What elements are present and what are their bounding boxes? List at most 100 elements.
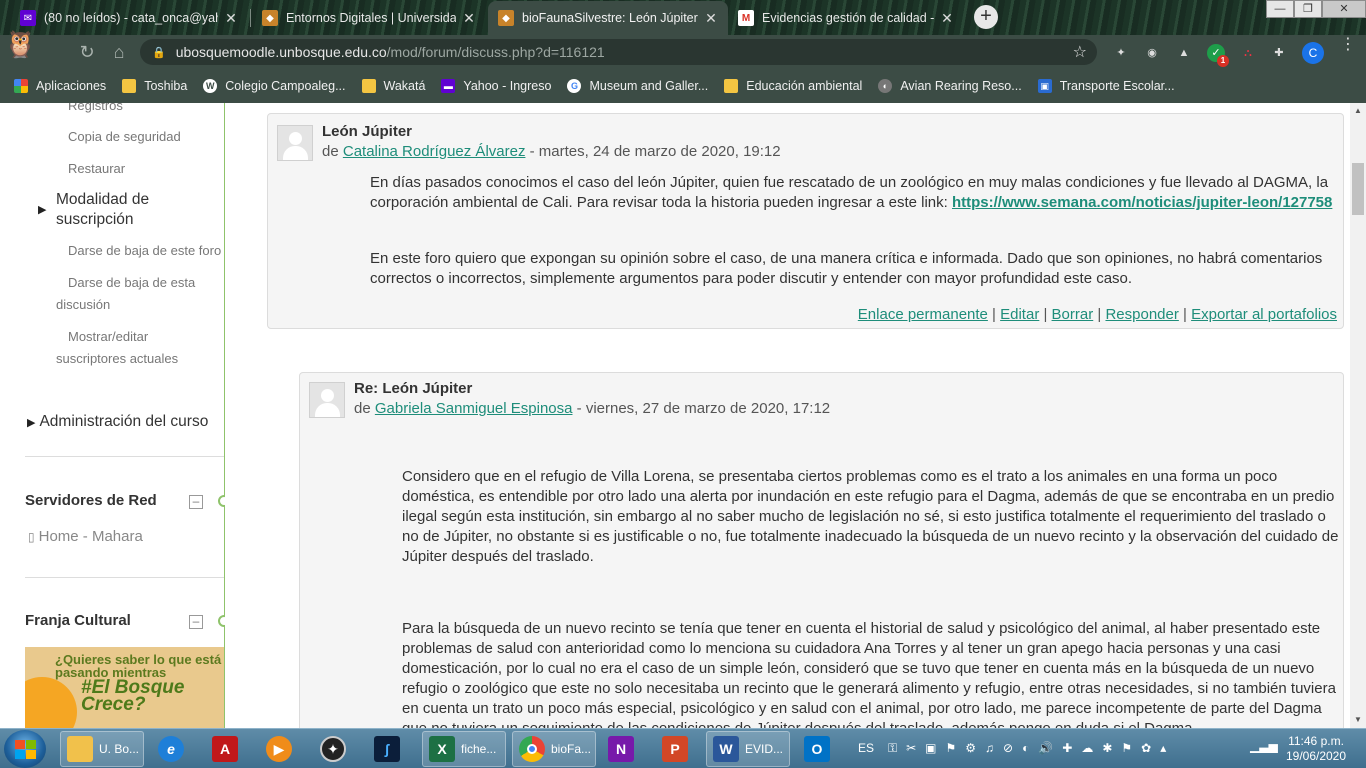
bookmark-star-icon[interactable]: ☆ [1073, 42, 1087, 62]
bookmark-colegio[interactable]: W Colegio Campoaleg... [203, 79, 346, 93]
post-byline: de Gabriela Sanmiguel Espinosa - viernes… [354, 400, 831, 417]
tab-gmail-evidencias[interactable]: M Evidencias gestión de calidad - r ✕ [728, 1, 964, 35]
taskbar-internet-explorer[interactable]: e [152, 731, 198, 767]
dropbox-extension-icon[interactable]: ✦ [1112, 44, 1130, 62]
media-player-icon: ▶ [266, 736, 292, 762]
home-icon[interactable]: ⌂ [108, 42, 130, 64]
semana-article-link[interactable]: https://www.semana.com/noticias/jupiter-… [952, 194, 1332, 211]
tab-entornos-digitales[interactable]: ◆ Entornos Digitales | Universidad ✕ [252, 1, 486, 35]
browser-menu-icon[interactable]: ⋮ [1340, 37, 1356, 53]
drive-extension-icon[interactable]: ▲ [1175, 44, 1193, 62]
sidebar-link-baja-foro[interactable]: Darse de baja de este foro [68, 240, 221, 262]
taskbar-chrome[interactable]: bioFa... [512, 731, 596, 767]
sidebar-modalidad-suscripcion[interactable]: ▶ Modalidad de suscripción [38, 190, 208, 230]
close-tab-icon[interactable]: ✕ [462, 10, 476, 27]
expand-arrow-icon: ▶ [38, 204, 47, 216]
address-bar[interactable]: 🔒 ubosquemoodle.unbosque.edu.co/mod/foru… [140, 39, 1097, 65]
taskbar-explorer[interactable]: U. Bo... [60, 731, 144, 767]
user-avatar[interactable] [309, 382, 345, 418]
bookmark-aplicaciones[interactable]: Aplicaciones [14, 79, 106, 93]
reload-icon[interactable]: ↻ [76, 42, 98, 64]
taskbar-clock-app[interactable]: ✦ [314, 731, 360, 767]
sidebar-link-copia-seguridad[interactable]: Copia de seguridad [68, 126, 181, 148]
collapse-block-button[interactable]: – [189, 615, 203, 629]
lock-icon: 🔒 [152, 46, 166, 59]
bookmark-transporte[interactable]: ▣ Transporte Escolar... [1037, 79, 1175, 93]
bookmark-wakata[interactable]: Wakatá [361, 79, 425, 93]
block-title-servidores: Servidores de Red [25, 492, 157, 509]
expand-arrow-icon: ▶ [27, 417, 36, 429]
chrome-icon [519, 736, 545, 762]
mahara-link[interactable]: ▯ Home - Mahara [28, 528, 143, 545]
google-icon: G [567, 79, 582, 93]
site-icon: ▣ [1037, 79, 1052, 93]
block-separator [25, 577, 224, 578]
taskbar-outlook[interactable]: O [798, 731, 844, 767]
post-paragraph: Considero que en el refugio de Villa Lor… [402, 468, 1339, 565]
taskbar-powerpoint[interactable]: P [656, 731, 702, 767]
acrobat-extension-icon[interactable]: ⛬ [1239, 44, 1257, 62]
forum-discussion: León Júpiter de Catalina Rodríguez Álvar… [225, 103, 1350, 728]
sidebar-link-restaurar[interactable]: Restaurar [68, 158, 125, 180]
edit-link[interactable]: Editar [1000, 306, 1039, 323]
author-link[interactable]: Catalina Rodríguez Álvarez [343, 143, 526, 160]
reply-link[interactable]: Responder [1105, 306, 1178, 323]
permalink-link[interactable]: Enlace permanente [858, 306, 988, 323]
bookmark-educacion[interactable]: Educación ambiental [724, 79, 862, 93]
sun-graphic [25, 677, 77, 728]
minimize-button[interactable]: — [1266, 0, 1294, 18]
taskbar-app[interactable]: ʃ [368, 731, 414, 767]
sidebar-admin-curso[interactable]: ▶ Administración del curso [27, 412, 208, 433]
franja-cultural-banner[interactable]: ¿Quieres saber lo que está pasando mient… [25, 647, 224, 728]
post-commands: Enlace permanente | Editar | Borrar | Re… [857, 306, 1337, 323]
user-avatar[interactable] [277, 125, 313, 161]
taskbar-onenote[interactable]: N [602, 731, 648, 767]
scroll-down-arrow[interactable]: ▼ [1350, 712, 1366, 728]
bookmark-yahoo[interactable]: ▬ Yahoo - Ingreso [441, 79, 551, 93]
close-tab-icon[interactable]: ✕ [704, 10, 718, 27]
signal-strength-icon[interactable]: ▁▃▅ [1250, 739, 1278, 753]
eye-extension-icon[interactable]: ◉ [1143, 44, 1161, 62]
sidebar-link-registros[interactable]: Registros [68, 103, 123, 117]
close-window-button[interactable]: ✕ [1322, 0, 1366, 18]
bookmark-museum[interactable]: G Museum and Galler... [567, 79, 708, 93]
system-clock[interactable]: 11:46 p.m. 19/06/2020 [1284, 734, 1348, 764]
taskbar-acrobat[interactable]: A [206, 731, 252, 767]
bookmarks-bar: Aplicaciones Toshiba W Colegio Campoaleg… [0, 69, 1366, 103]
page-scrollbar[interactable]: ▲ ▼ [1350, 103, 1366, 728]
author-link[interactable]: Gabriela Sanmiguel Espinosa [375, 400, 573, 417]
folder-icon [67, 736, 93, 762]
document-icon: ▯ [28, 530, 35, 544]
yahoo-mail-icon: ✉ [20, 10, 36, 26]
taskbar-excel[interactable]: X fiche... [422, 731, 506, 767]
system-tray-icons[interactable]: ⚿✂▣⚑⚙♫⊘◐🔊✚☁✱⚑✿▴ [888, 741, 1175, 756]
language-indicator[interactable]: ES [858, 741, 874, 755]
export-portfolio-link[interactable]: Exportar al portafolios [1191, 306, 1337, 323]
extension-badge: 1 [1217, 55, 1229, 67]
new-tab-button[interactable]: + [974, 5, 998, 29]
scrollbar-thumb[interactable] [1352, 163, 1364, 215]
windows-start-button[interactable] [4, 730, 46, 768]
taskbar-word[interactable]: W EVID... [706, 731, 790, 767]
scroll-up-arrow[interactable]: ▲ [1350, 103, 1366, 119]
acrobat-icon: A [212, 736, 238, 762]
powerpoint-icon: P [662, 736, 688, 762]
restore-button[interactable]: ❐ [1294, 0, 1322, 18]
delete-link[interactable]: Borrar [1052, 306, 1094, 323]
post-subject: Re: León Júpiter [354, 380, 473, 397]
sidebar-link-suscriptores[interactable]: Mostrar/editar suscriptores actuales [56, 326, 206, 370]
profile-avatar[interactable]: C [1302, 42, 1324, 64]
collapse-block-button[interactable]: – [189, 495, 203, 509]
browser-toolbar: 🦉 ↻ ⌂ 🔒 ubosquemoodle.unbosque.edu.co/mo… [0, 29, 1366, 69]
sidebar-link-baja-discusion[interactable]: Darse de baja de esta discusión [56, 272, 206, 316]
close-tab-icon[interactable]: ✕ [940, 10, 954, 27]
puzzle-extension-icon[interactable]: ✚ [1270, 44, 1288, 62]
bookmark-avian[interactable]: ◐ Avian Rearing Reso... [878, 79, 1022, 93]
tab-biofauna-active[interactable]: ◆ bioFaunaSilvestre: León Júpiter ✕ [488, 1, 728, 35]
forum-post-original: León Júpiter de Catalina Rodríguez Álvar… [267, 113, 1344, 329]
outlook-icon: O [804, 736, 830, 762]
close-tab-icon[interactable]: ✕ [224, 10, 238, 27]
taskbar-media-player[interactable]: ▶ [260, 731, 306, 767]
bookmark-toshiba[interactable]: Toshiba [122, 79, 187, 93]
clock-app-icon: ✦ [320, 736, 346, 762]
